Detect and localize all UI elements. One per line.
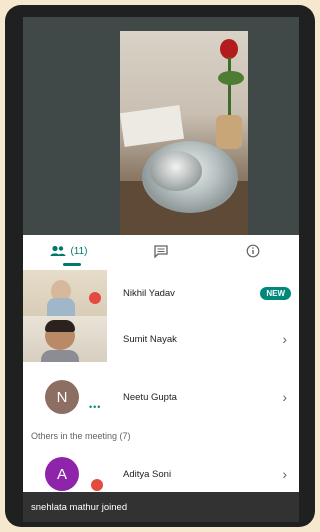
phone-frame: (11) Nikhil Yadav NEW Sumit Nayak › N ••…: [5, 5, 315, 527]
video-leaf: [218, 71, 244, 85]
active-tab-indicator: [63, 263, 81, 266]
main-video-area[interactable]: [23, 17, 299, 237]
new-badge: NEW: [260, 286, 291, 300]
participant-name: Nikhil Yadav: [123, 287, 175, 299]
people-icon: [50, 245, 66, 256]
avatar: A: [45, 457, 79, 491]
panel-tabs: (11): [23, 235, 299, 267]
section-header: Others in the meeting (7): [31, 431, 131, 441]
avatar: N: [45, 380, 79, 414]
chevron-right-icon[interactable]: ›: [282, 331, 287, 347]
participant-video-thumbnail: [23, 270, 107, 316]
participant-row[interactable]: Nikhil Yadav NEW: [23, 270, 299, 316]
video-vase: [216, 115, 242, 149]
video-person-shirt: [41, 350, 79, 362]
video-flower: [220, 39, 238, 59]
video-steel-bowl: [150, 151, 202, 191]
participants-panel: (11) Nikhil Yadav NEW Sumit Nayak › N ••…: [23, 235, 299, 492]
participant-row[interactable]: A Aditya Soni ›: [23, 451, 299, 492]
video-person-shirt: [47, 298, 75, 316]
video-feed[interactable]: [120, 31, 248, 237]
chevron-right-icon[interactable]: ›: [282, 466, 287, 482]
audio-activity-icon: •••: [89, 402, 102, 412]
participant-video-thumbnail: [23, 316, 107, 362]
chevron-right-icon[interactable]: ›: [282, 389, 287, 405]
join-notification-toast: snehlata mathur joined: [23, 492, 299, 522]
participant-row[interactable]: N ••• Neetu Gupta ›: [23, 374, 299, 420]
participant-row[interactable]: Sumit Nayak ›: [23, 316, 299, 362]
participant-name: Sumit Nayak: [123, 333, 177, 345]
mic-off-icon: [91, 479, 103, 491]
participant-name: Neetu Gupta: [123, 391, 177, 403]
video-stem: [228, 57, 231, 117]
mic-off-icon: [89, 292, 101, 304]
tab-info[interactable]: [207, 235, 299, 267]
people-count: (11): [70, 245, 88, 257]
chat-icon: [154, 244, 168, 258]
info-icon: [246, 244, 260, 258]
video-person-hair: [45, 320, 75, 332]
video-paper: [120, 104, 185, 148]
tab-chat[interactable]: [115, 235, 207, 267]
participant-name: Aditya Soni: [123, 468, 172, 480]
